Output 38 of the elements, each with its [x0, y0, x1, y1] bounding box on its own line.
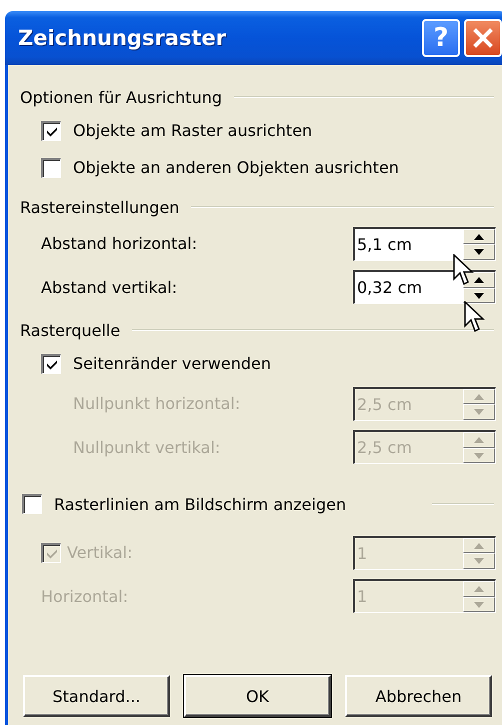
checkbox[interactable] [22, 494, 42, 514]
field-label: Abstand vertikal: [41, 278, 178, 297]
cursor-icon [453, 254, 475, 288]
field-label: Horizontal: [41, 586, 130, 606]
field-label: Nullpunkt horizontal: [73, 394, 242, 414]
field-label: Abstand horizontal: [41, 234, 198, 254]
close-button[interactable] [464, 19, 502, 57]
close-icon [473, 28, 493, 48]
checkbox[interactable] [41, 120, 61, 140]
down-arrow-icon [474, 452, 484, 458]
checkbox-label[interactable]: Objekte am Raster ausrichten [73, 121, 312, 140]
checkbox-label[interactable]: Objekte an anderen Objekten ausrichten [73, 158, 399, 177]
dialog-button[interactable]: OK [184, 675, 331, 717]
up-arrow-icon [474, 586, 484, 592]
spin-up-button[interactable] [463, 228, 495, 244]
up-arrow-icon [474, 542, 484, 548]
group-heading: Optionen für Ausrichtung [20, 88, 222, 106]
checkbox-label[interactable]: Seitenränder verwenden [73, 354, 271, 373]
cursor-icon [464, 301, 486, 335]
down-arrow-icon [474, 292, 484, 298]
group-heading: Rastereinstellungen [20, 198, 180, 216]
down-arrow-icon [474, 602, 484, 608]
field-label: Nullpunkt vertikal: [73, 438, 222, 457]
dialog-button[interactable]: Abbrechen [345, 675, 492, 717]
up-arrow-icon [474, 437, 484, 443]
checkbox-label[interactable]: Rasterlinien am Bildschirm anzeigen [54, 494, 346, 514]
dialog-button[interactable]: Standard... [23, 675, 170, 717]
window-title: Zeichnungsraster [18, 26, 228, 50]
spin-down-button[interactable] [463, 288, 495, 304]
group-heading: Rasterquelle [20, 320, 120, 340]
down-arrow-icon [474, 409, 484, 415]
up-arrow-icon [474, 277, 484, 283]
spin-field[interactable]: 0,32 cm [353, 270, 496, 304]
down-arrow-icon [474, 558, 484, 564]
checkbox[interactable] [41, 158, 61, 178]
checkbox[interactable] [41, 354, 61, 374]
up-arrow-icon [474, 234, 484, 240]
up-arrow-icon [474, 394, 484, 400]
